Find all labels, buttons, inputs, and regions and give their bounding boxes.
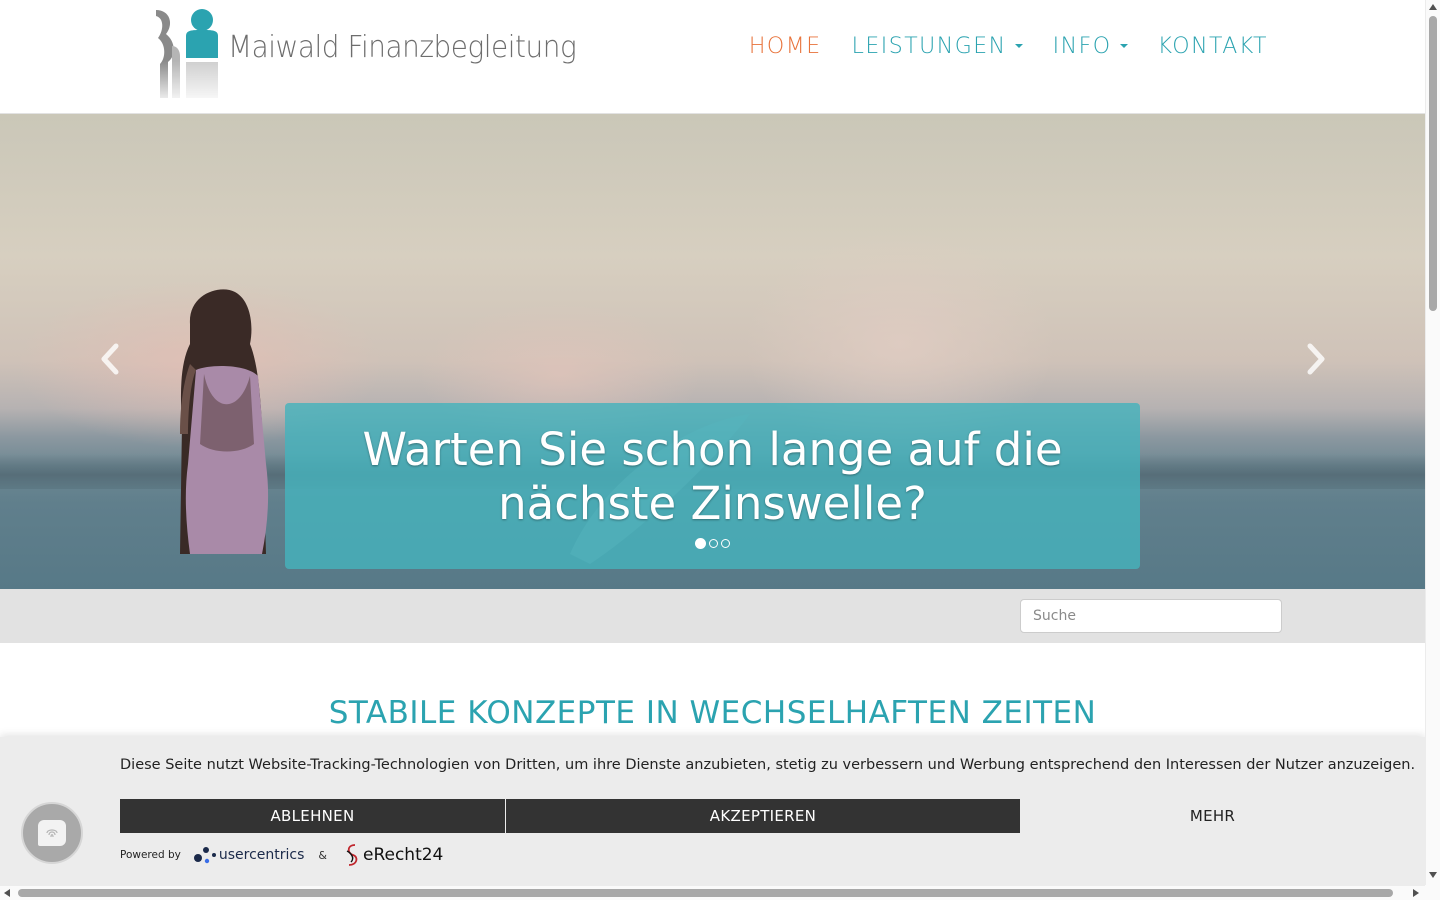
logo-text: Maiwald Finanzbegleitung [228,30,577,65]
nav-item-home[interactable]: HOME [734,30,837,64]
erecht24-logo[interactable]: eRecht24 [341,842,443,868]
logo-mark-icon [150,9,222,106]
erecht24-paragraph-icon [346,844,358,866]
nav-item-label: KONTAKT [1157,34,1268,59]
usercentrics-dots-icon [193,847,216,864]
cookie-text: Diese Seite nutzt Website-Tracking-Techn… [120,757,1416,773]
cookie-banner: Diese Seite nutzt Website-Tracking-Techn… [0,737,1425,885]
carousel-indicator-3[interactable] [721,539,730,548]
carousel-prev-button[interactable] [96,342,126,376]
scroll-right-icon[interactable] [1413,889,1419,897]
powered-by: Powered by usercentrics & eRecht24 [120,840,443,870]
carousel-indicator-2[interactable] [709,539,718,548]
powered-by-label: Powered by [120,849,181,861]
chevron-right-icon [1307,343,1325,375]
more-button[interactable]: MEHR [1020,799,1405,833]
caption-title: Warten Sie schon lange auf die nächste Z… [285,423,1140,531]
nav-item-label: HOME [748,34,822,59]
carousel-indicator-1[interactable] [695,538,706,549]
caption-line: Warten Sie schon lange auf die [362,423,1063,476]
nav-item-info[interactable]: INFO [1038,30,1143,64]
accept-button[interactable]: AKZEPTIEREN [506,799,1020,833]
horizontal-scroll-thumb[interactable] [18,889,1393,897]
vertical-scrollbar[interactable] [1425,0,1440,885]
search-bar [0,589,1425,643]
vertical-scroll-thumb[interactable] [1429,16,1437,311]
fingerprint-icon [38,820,66,846]
scroll-up-icon[interactable] [1429,4,1437,10]
usercentrics-logo[interactable]: usercentrics [193,844,305,866]
usercentrics-text: usercentrics [218,847,305,863]
nav-item-leistungen[interactable]: LEISTUNGEN [837,30,1038,64]
nav-item-label: LEISTUNGEN [851,34,1007,59]
caret-down-icon [1119,44,1128,48]
main-nav: HOME LEISTUNGEN INFO KONTAKT [734,30,1283,64]
caption-line: nächste Zinswelle? [498,477,927,530]
search-input[interactable] [1020,599,1282,633]
carousel-indicators [285,538,1140,549]
scroll-down-icon[interactable] [1429,872,1437,878]
scrollbar-corner [1425,885,1440,900]
nav-item-kontakt[interactable]: KONTAKT [1143,30,1283,64]
carousel-caption: Warten Sie schon lange auf die nächste Z… [285,403,1140,569]
nav-item-label: INFO [1052,34,1112,59]
caret-down-icon [1014,44,1023,48]
scroll-left-icon[interactable] [4,889,10,897]
ampersand: & [318,848,327,862]
erecht24-text: eRecht24 [362,845,444,865]
chevron-left-icon [101,343,119,375]
browser-viewport: Maiwald Finanzbegleitung HOME LEISTUNGEN… [0,0,1425,885]
section-headline: STABILE KONZEPTE IN WECHSELHAFTEN ZEITEN [328,695,1097,731]
site-header: Maiwald Finanzbegleitung HOME LEISTUNGEN… [0,0,1425,114]
horizontal-scrollbar[interactable] [0,885,1425,900]
privacy-settings-button[interactable] [21,802,83,864]
hero-carousel: Warten Sie schon lange auf die nächste Z… [0,114,1425,589]
carousel-next-button[interactable] [1300,342,1330,376]
decline-button[interactable]: ABLEHNEN [120,799,505,833]
site-logo[interactable]: Maiwald Finanzbegleitung [150,6,580,106]
